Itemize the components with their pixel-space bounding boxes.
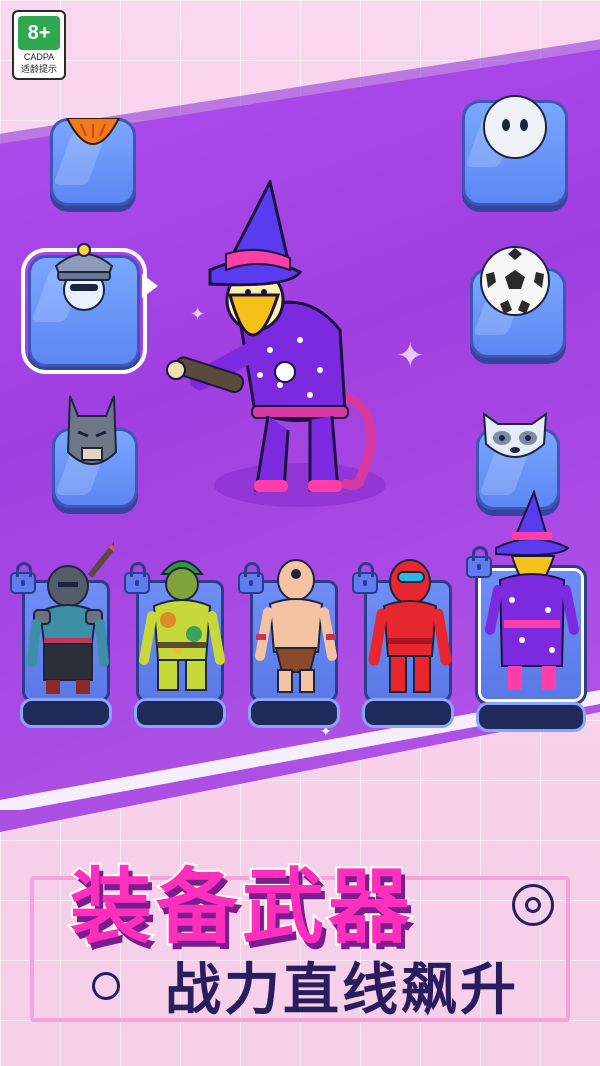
character-card-base xyxy=(476,702,586,732)
lock-icon xyxy=(466,546,492,578)
character-card-base xyxy=(248,698,340,728)
lock-icon xyxy=(10,562,36,594)
lock-icon xyxy=(352,562,378,594)
character-card-base xyxy=(20,698,112,728)
selection-pointer-icon xyxy=(142,274,160,298)
lock-icon xyxy=(238,562,264,594)
camo-soldier-figure xyxy=(138,550,226,696)
age-rating-badge: 8+ CADPA 适龄提示 xyxy=(12,10,66,80)
lock-icon xyxy=(124,562,150,594)
soccer-ball-icon xyxy=(478,244,552,318)
wizard-character[interactable] xyxy=(160,180,410,510)
ghost-head-icon xyxy=(480,92,550,162)
target-circle-icon xyxy=(512,884,554,926)
knight-figure xyxy=(24,532,114,698)
bat-mask-icon xyxy=(62,392,122,476)
raccoon-head-icon xyxy=(478,410,552,466)
rating-tip: 适龄提示 xyxy=(20,65,57,75)
pumpkin-icon xyxy=(58,118,128,162)
character-card-base xyxy=(362,698,454,728)
police-cap-icon xyxy=(48,236,120,316)
wizard-figure xyxy=(482,490,582,696)
character-card-base xyxy=(134,698,226,728)
red-crewmate-figure xyxy=(366,556,454,696)
cyclops-barbarian-figure xyxy=(252,556,340,696)
headline-main: 装备武器 xyxy=(68,858,415,957)
age-rating: 8+ xyxy=(18,16,60,50)
rating-org: CADPA xyxy=(23,52,55,62)
headline-sub: 战力直线飙升 xyxy=(165,958,519,1023)
game-screen: ✦ ✦ ✦ 8+ CADPA 适龄提示 装备武器 战力直线飙升 xyxy=(0,0,600,1066)
